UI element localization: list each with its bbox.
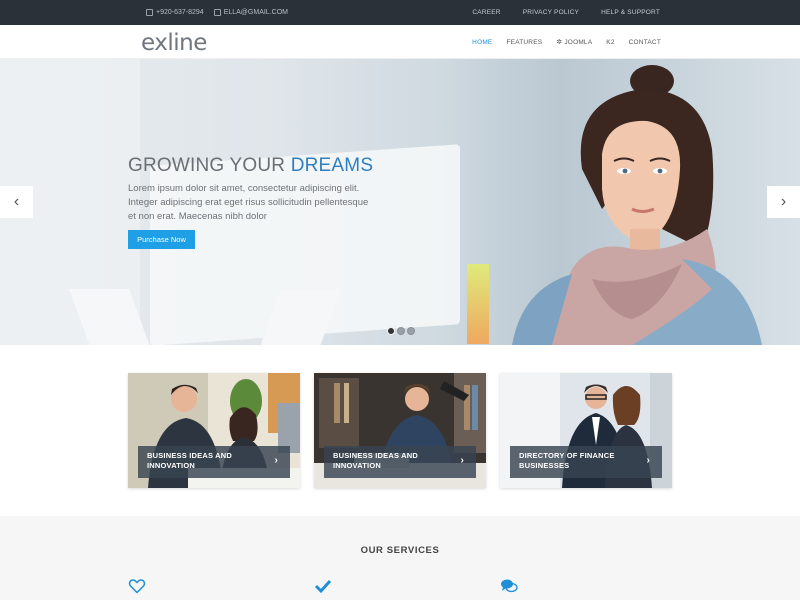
top-bar: +920-637-8294 ELLA@GMAIL.COM CAREER PRIV…: [0, 0, 800, 25]
chevron-right-icon: ›: [274, 455, 278, 466]
main-nav: HOME FEATURES ✲ JOOMLA K2 CONTACT: [472, 25, 661, 59]
slider-prev-button[interactable]: ‹: [0, 186, 33, 218]
slider-dots: [387, 327, 415, 335]
nav-joomla[interactable]: ✲ JOOMLA: [556, 38, 592, 46]
phone-contact: +920-637-8294: [146, 9, 204, 16]
nav-joomla-label: JOOMLA: [564, 39, 593, 46]
slider-dot[interactable]: [387, 327, 395, 335]
card-caption[interactable]: BUSINESS IDEAS AND INNOVATION ›: [138, 446, 290, 478]
nav-features[interactable]: FEATURES: [506, 39, 542, 46]
hero-title: GROWING YOUR DREAMS: [128, 155, 373, 177]
help-support-link[interactable]: HELP & SUPPORT: [601, 9, 660, 16]
career-link[interactable]: CAREER: [472, 9, 500, 16]
email-contact[interactable]: ELLA@GMAIL.COM: [213, 9, 288, 16]
card-caption-text: BUSINESS IDEAS AND INNOVATION: [333, 451, 419, 470]
chevron-right-icon: ›: [460, 455, 464, 466]
services-section: OUR SERVICES: [0, 516, 800, 600]
chevron-right-icon: ›: [780, 193, 787, 210]
purchase-now-button[interactable]: Purchase Now: [128, 230, 195, 249]
site-header: exline HOME FEATURES ✲ JOOMLA K2 CONTACT: [0, 25, 800, 59]
site-logo[interactable]: exline: [141, 30, 207, 56]
heart-icon: [128, 579, 146, 594]
slider-dot[interactable]: [397, 327, 405, 335]
feature-card[interactable]: DIRECTORY OF FINANCE BUSINESSES ›: [500, 373, 672, 488]
feature-card[interactable]: BUSINESS IDEAS AND INNOVATION ›: [128, 373, 300, 488]
sticky-notes: [467, 264, 489, 344]
card-caption[interactable]: DIRECTORY OF FINANCE BUSINESSES ›: [510, 446, 662, 478]
slider-dot[interactable]: [407, 327, 415, 335]
joomla-icon: ✲: [556, 39, 563, 46]
slider-next-button[interactable]: ›: [767, 186, 800, 218]
check-icon: [314, 579, 332, 594]
hero-slider: GROWING YOUR DREAMS Lorem ipsum dolor si…: [0, 59, 800, 345]
envelope-icon: [213, 9, 221, 16]
card-caption[interactable]: BUSINESS IDEAS AND INNOVATION ›: [324, 446, 476, 478]
top-links: CAREER PRIVACY POLICY HELP & SUPPORT: [472, 0, 660, 25]
phone-number: +920-637-8294: [156, 9, 204, 16]
email-address[interactable]: ELLA@GMAIL.COM: [224, 9, 288, 16]
chevron-left-icon: ‹: [13, 193, 20, 210]
card-caption-text: DIRECTORY OF FINANCE BUSINESSES: [519, 451, 615, 470]
chevron-right-icon: ›: [646, 455, 650, 466]
nav-home[interactable]: HOME: [472, 39, 492, 46]
hero-title-accent: DREAMS: [290, 155, 374, 176]
hero-description: Lorem ipsum dolor sit amet, consectetur …: [128, 183, 369, 222]
chat-icon: [501, 579, 518, 593]
nav-k2[interactable]: K2: [606, 39, 614, 46]
contact-info: +920-637-8294 ELLA@GMAIL.COM: [146, 0, 288, 25]
nav-contact[interactable]: CONTACT: [629, 39, 661, 46]
hero-title-main: GROWING YOUR: [128, 155, 291, 176]
feature-cards: BUSINESS IDEAS AND INNOVATION › BUSINESS…: [128, 373, 672, 488]
services-title: OUR SERVICES: [360, 545, 440, 556]
feature-card[interactable]: BUSINESS IDEAS AND INNOVATION ›: [314, 373, 486, 488]
woman-photo: [512, 65, 762, 345]
privacy-policy-link[interactable]: PRIVACY POLICY: [523, 9, 579, 16]
card-caption-text: BUSINESS IDEAS AND INNOVATION: [147, 451, 233, 470]
phone-icon: [146, 9, 153, 16]
